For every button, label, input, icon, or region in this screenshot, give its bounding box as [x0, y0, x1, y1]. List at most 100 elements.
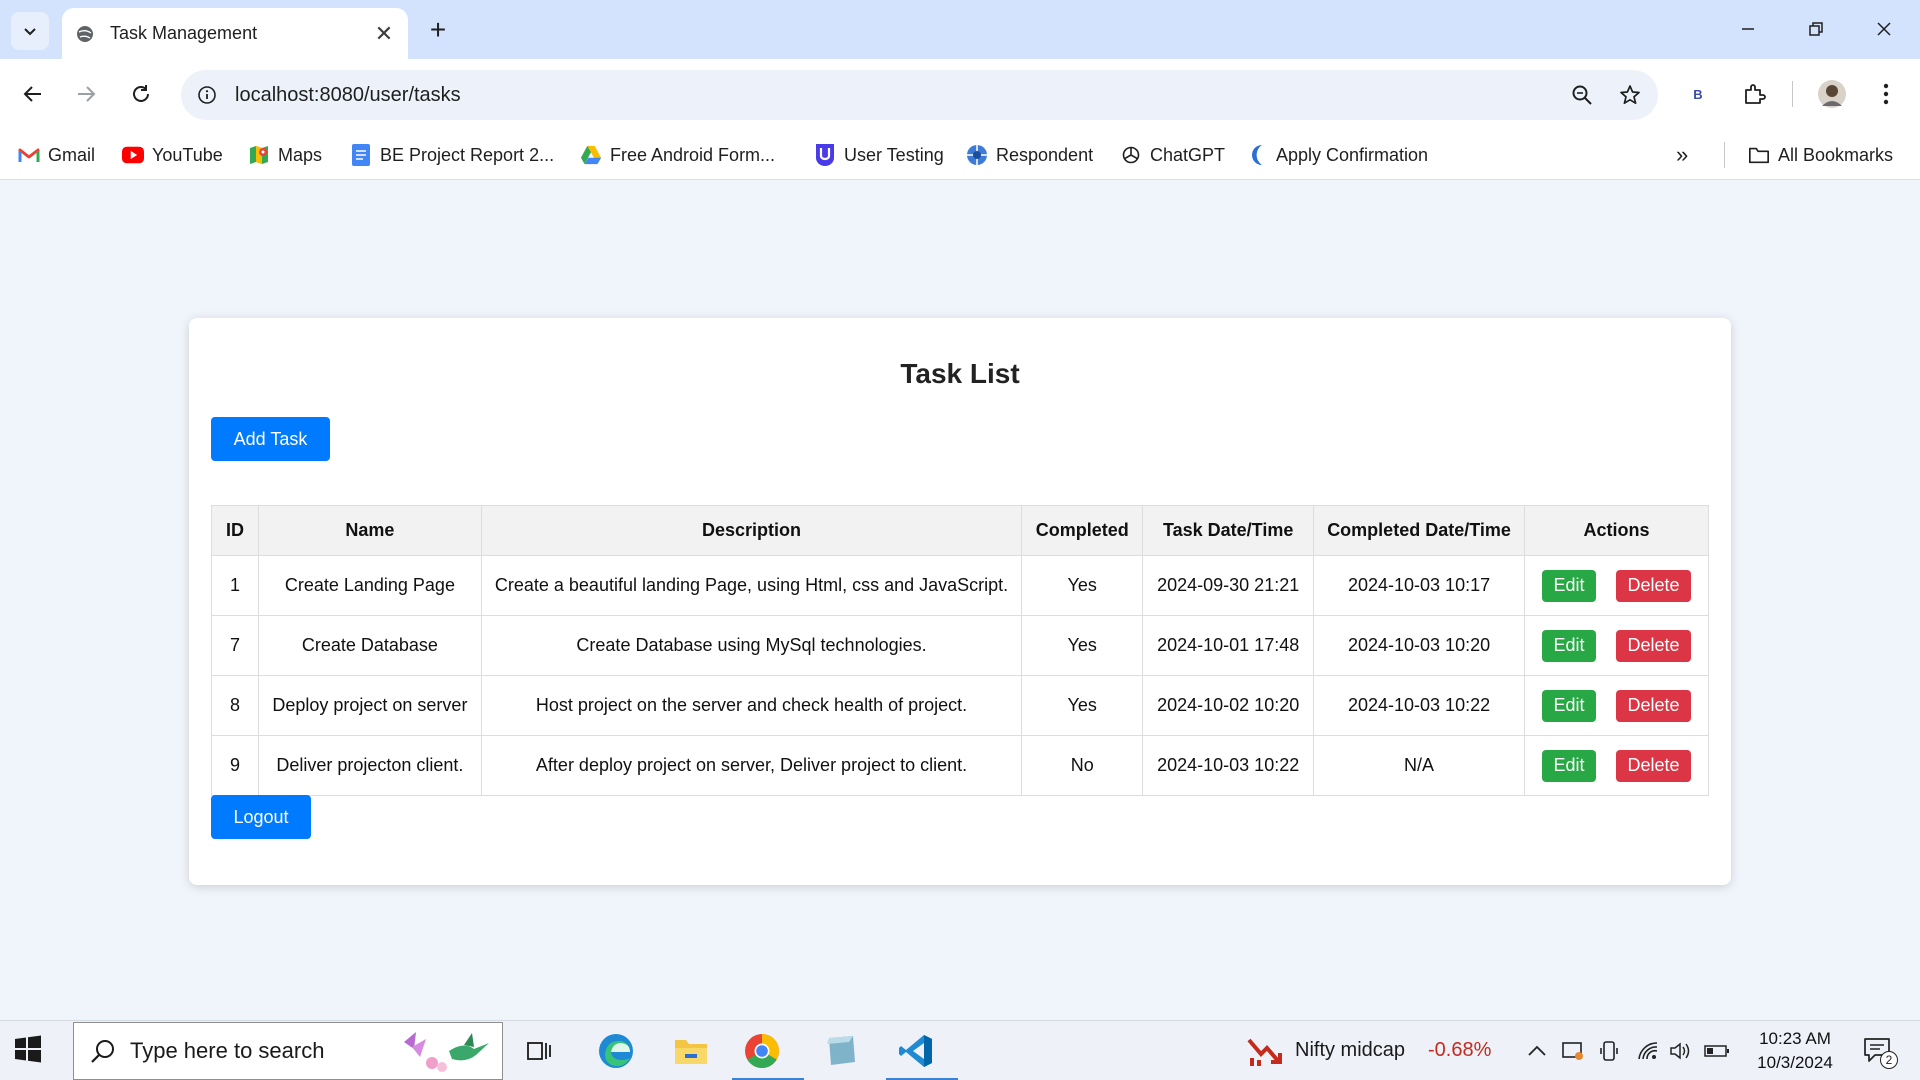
edit-button[interactable]: Edit — [1541, 749, 1596, 782]
volume-icon[interactable] — [1668, 1038, 1694, 1064]
cell-completed-datetime: 2024-10-03 10:17 — [1313, 555, 1525, 616]
start-button[interactable] — [14, 1035, 46, 1067]
vscode-app-button[interactable] — [886, 1025, 958, 1080]
bookmark-youtube[interactable]: YouTube — [122, 140, 223, 170]
meet-now-icon[interactable] — [1560, 1038, 1586, 1064]
zoom-icon[interactable] — [1562, 75, 1602, 115]
cell-id: 9 — [211, 735, 259, 796]
profile-avatar[interactable] — [1812, 74, 1852, 114]
bookmark-star-icon[interactable] — [1610, 75, 1650, 115]
chrome-icon — [745, 1034, 779, 1068]
address-bar[interactable]: localhost:8080/user/tasks — [181, 70, 1658, 120]
taskbar-search-box[interactable]: Type here to search — [73, 1022, 503, 1080]
bookmark-label: Respondent — [996, 144, 1094, 165]
edit-button[interactable]: Edit — [1541, 689, 1596, 722]
bookmark-free-android-form[interactable]: Free Android Form... — [580, 140, 775, 170]
stock-name[interactable]: Nifty midcap — [1295, 1039, 1405, 1062]
cell-name: Create Database — [257, 615, 482, 676]
bookmark-label: ChatGPT — [1150, 144, 1226, 165]
bookmark-respondent[interactable]: Respondent — [966, 140, 1093, 170]
new-tab-button[interactable]: + — [422, 14, 454, 46]
apply-icon — [1246, 144, 1268, 166]
cell-name: Deliver projecton client. — [257, 735, 482, 796]
cell-completed: Yes — [1021, 675, 1144, 736]
search-highlight-hummingbird-icon — [394, 1027, 494, 1080]
cell-completed-datetime: 2024-10-03 10:20 — [1313, 615, 1525, 676]
tab-task-management[interactable]: Task Management ✕ — [62, 8, 408, 59]
delete-button[interactable]: Delete — [1615, 569, 1691, 602]
tab-title: Task Management — [110, 23, 258, 43]
cell-completed: Yes — [1021, 615, 1144, 676]
chrome-app-button[interactable] — [732, 1025, 804, 1080]
extension-b-icon[interactable]: B — [1680, 74, 1716, 114]
column-header-description: Description — [480, 505, 1023, 556]
taskbar-clock[interactable]: 10:23 AM 10/3/2024 — [1740, 1027, 1850, 1075]
restore-button[interactable] — [1782, 8, 1850, 50]
drive-icon — [580, 144, 602, 166]
minimize-button[interactable] — [1714, 8, 1782, 50]
bookmark-apply-confirmation[interactable]: Apply Confirmation — [1246, 140, 1428, 170]
cell-actions: Edit Delete — [1523, 615, 1710, 676]
back-button[interactable] — [13, 74, 53, 114]
chevron-up-icon[interactable] — [1524, 1038, 1550, 1064]
extension-badge: B — [1693, 86, 1703, 102]
bookmark-be-project-report[interactable]: BE Project Report 2... — [350, 140, 554, 170]
file-explorer-button[interactable] — [661, 1025, 721, 1077]
close-window-button[interactable] — [1850, 8, 1918, 50]
search-icon — [90, 1038, 116, 1064]
arrow-right-icon — [78, 86, 96, 102]
task-card: Task List Add Task ID Name Description C… — [189, 318, 1731, 885]
column-header-name: Name — [257, 505, 482, 556]
edit-button[interactable]: Edit — [1541, 569, 1596, 602]
column-header-actions: Actions — [1523, 505, 1710, 556]
column-header-completed: Completed — [1021, 505, 1144, 556]
clock-time: 10:23 AM — [1759, 1029, 1831, 1048]
bookmark-gmail[interactable]: Gmail — [18, 140, 95, 170]
cell-task-datetime: 2024-10-02 10:20 — [1142, 675, 1315, 736]
minimize-icon — [1742, 28, 1754, 30]
chevron-double-right-icon: » — [1676, 142, 1689, 167]
bookmark-chatgpt[interactable]: ChatGPT — [1120, 140, 1225, 170]
add-task-button[interactable]: Add Task — [211, 417, 330, 461]
extensions-button[interactable] — [1734, 74, 1774, 114]
cell-actions: Edit Delete — [1523, 555, 1710, 616]
cell-task-datetime: 2024-10-01 17:48 — [1142, 615, 1315, 676]
tab-close-icon[interactable]: ✕ — [372, 21, 396, 46]
site-info-icon[interactable] — [189, 77, 225, 113]
forward-button[interactable] — [66, 74, 106, 114]
cell-id: 8 — [211, 675, 259, 736]
cell-completed-datetime: N/A — [1313, 735, 1525, 796]
browser-menu-button[interactable] — [1868, 74, 1904, 114]
all-bookmarks-button[interactable]: All Bookmarks — [1748, 140, 1893, 170]
notification-center-button[interactable]: 2 — [1858, 1035, 1898, 1069]
cell-completed: Yes — [1021, 555, 1144, 616]
all-bookmarks-label: All Bookmarks — [1778, 144, 1894, 165]
delete-button[interactable]: Delete — [1615, 749, 1691, 782]
cell-name: Create Landing Page — [257, 555, 482, 616]
edit-button[interactable]: Edit — [1541, 629, 1596, 662]
delete-button[interactable]: Delete — [1615, 629, 1691, 662]
stock-chart-icon[interactable] — [1246, 1033, 1286, 1069]
battery-icon[interactable] — [1704, 1038, 1730, 1064]
page-title: Task List — [900, 358, 1020, 389]
delete-button[interactable]: Delete — [1615, 689, 1691, 722]
logout-button[interactable]: Logout — [211, 795, 311, 839]
device-icon[interactable] — [1596, 1038, 1622, 1064]
edge-icon — [599, 1034, 633, 1068]
column-header-completed-datetime: Completed Date/Time — [1313, 505, 1525, 556]
bookmarks-divider — [1724, 142, 1725, 168]
more-bookmarks-button[interactable]: » — [1676, 140, 1688, 170]
reload-button[interactable] — [121, 74, 161, 114]
page-content: Task List Add Task ID Name Description C… — [0, 181, 1920, 1020]
notes-app-button[interactable] — [811, 1025, 871, 1077]
tab-search-button[interactable] — [11, 12, 49, 50]
task-view-button[interactable] — [510, 1025, 570, 1077]
edge-app-button[interactable] — [586, 1025, 646, 1077]
cell-completed-datetime: 2024-10-03 10:22 — [1313, 675, 1525, 736]
cell-id: 1 — [211, 555, 259, 616]
task-table: ID Name Description Completed Task Date/… — [211, 505, 1710, 796]
bookmark-maps[interactable]: Maps — [248, 140, 322, 170]
table-row: 8 Deploy project on server Host project … — [211, 675, 1710, 736]
bookmark-user-testing[interactable]: User Testing — [814, 140, 944, 170]
wifi-icon[interactable] — [1634, 1038, 1660, 1064]
